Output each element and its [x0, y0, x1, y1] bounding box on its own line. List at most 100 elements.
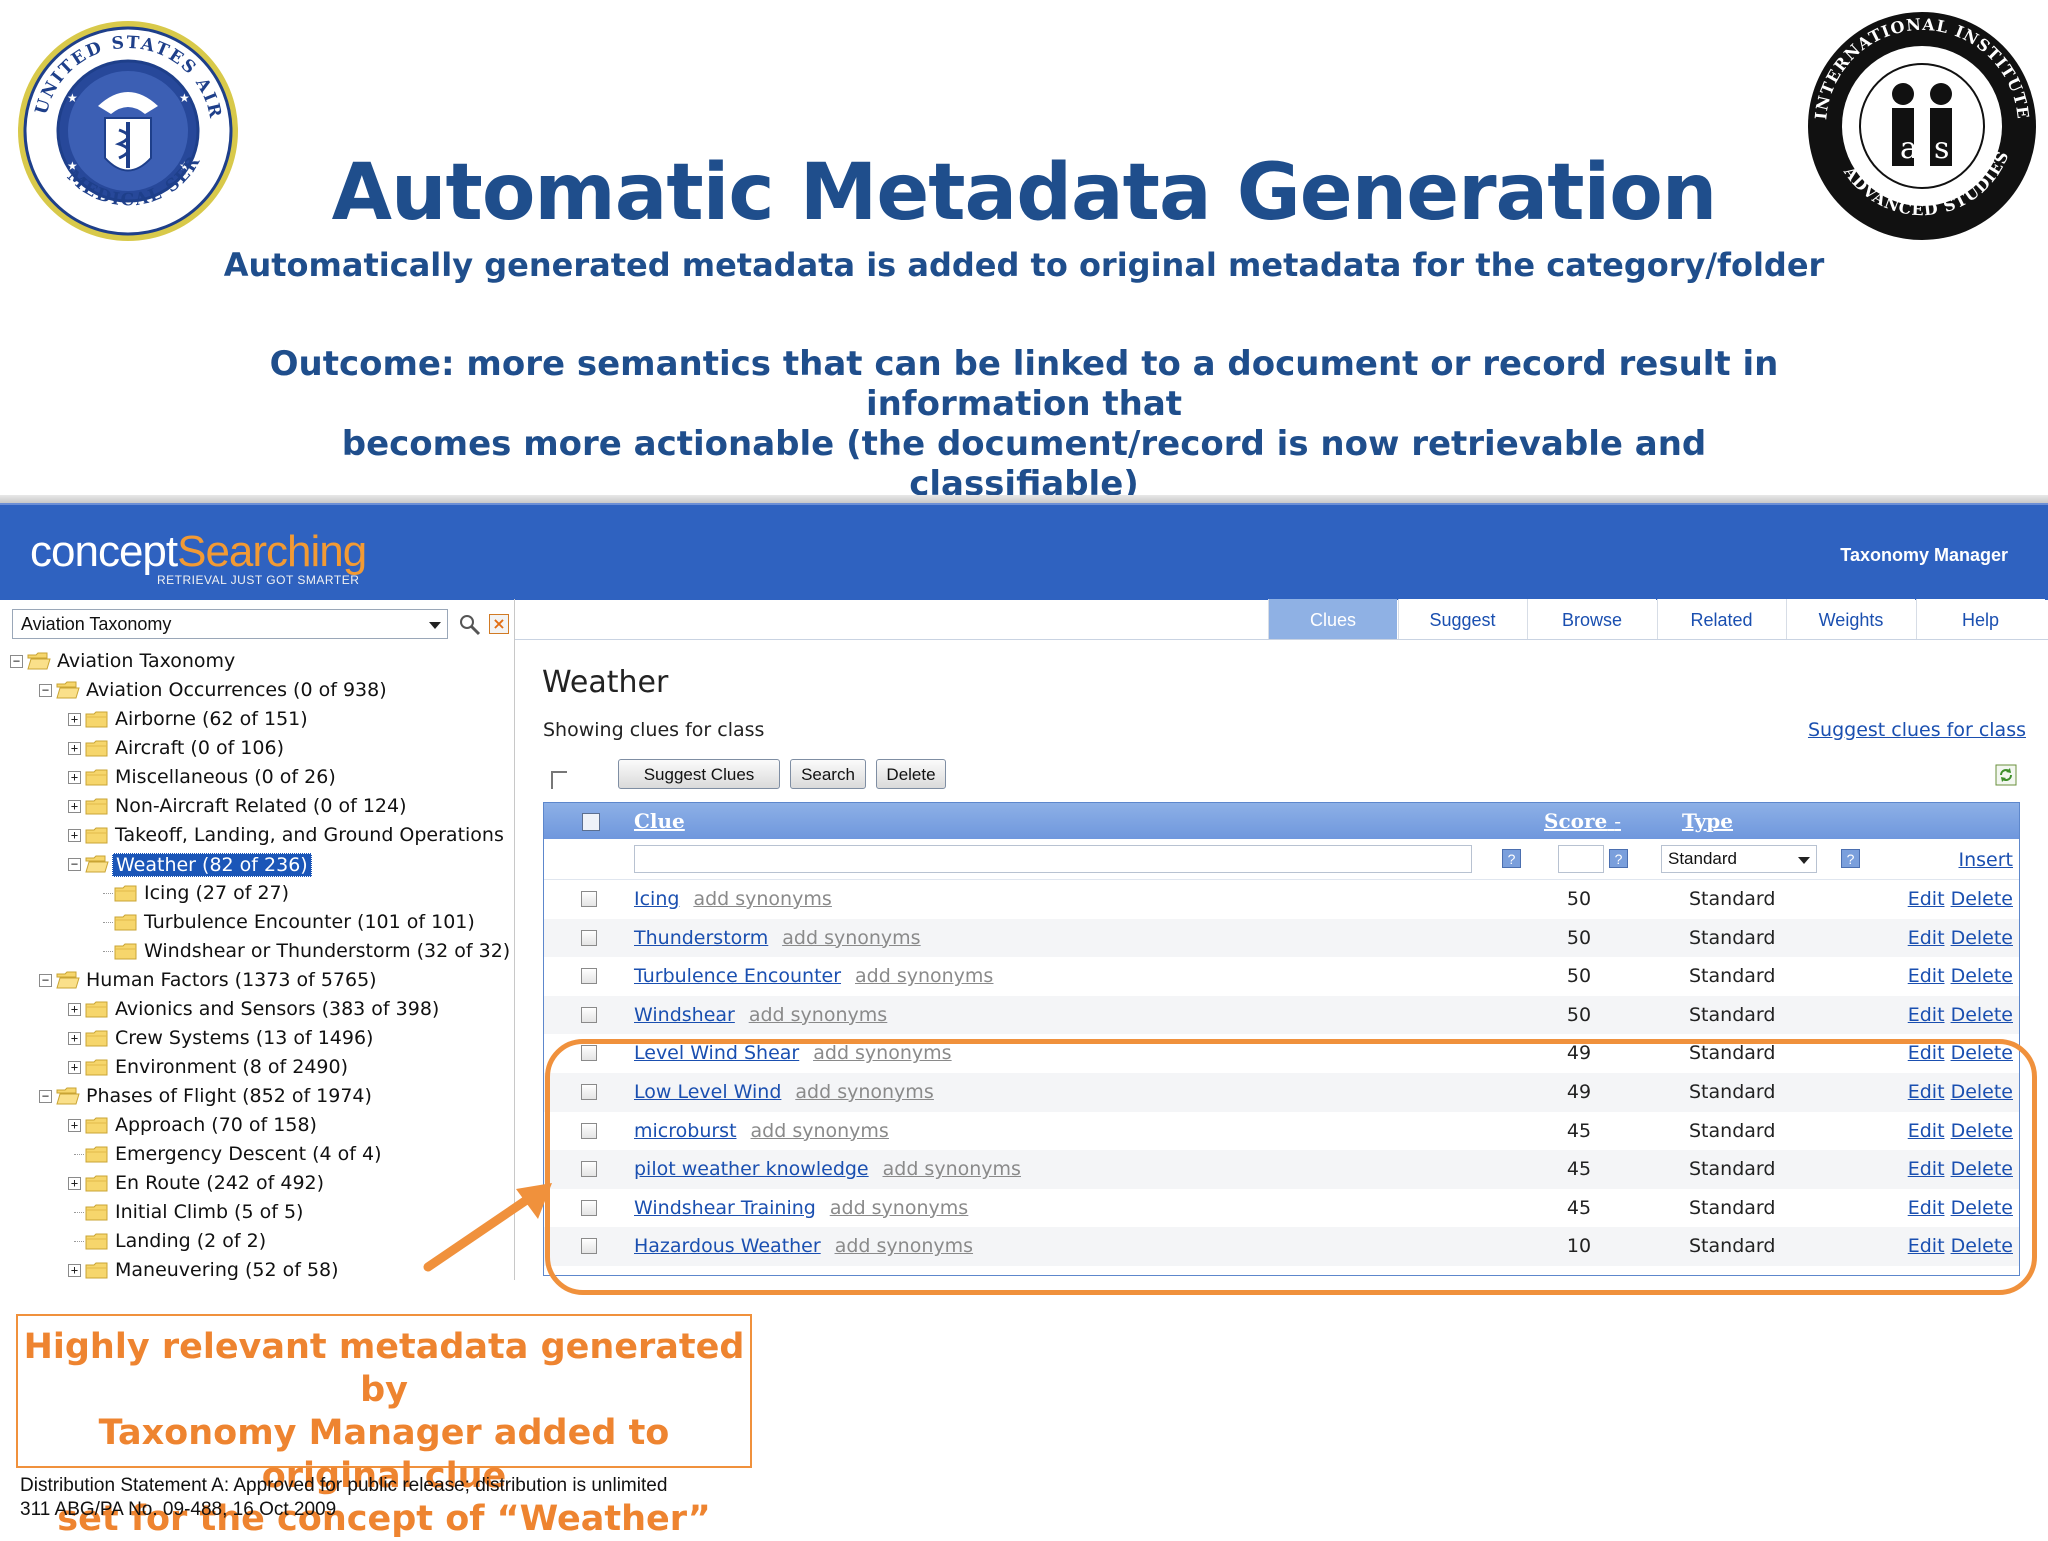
expand-icon[interactable]: + [68, 829, 81, 842]
score-cell: 50 [1566, 926, 1592, 949]
delete-link[interactable]: Delete [1951, 1004, 2013, 1026]
folder-icon [85, 1058, 109, 1077]
expand-icon[interactable]: + [68, 1061, 81, 1074]
collapse-icon[interactable]: − [10, 655, 23, 668]
folder-icon [85, 1203, 109, 1222]
delete-button[interactable]: Delete [876, 759, 946, 789]
table-row: Thunderstorm add synonyms 50 Standard Edit D… [544, 918, 2019, 958]
add-synonyms-link[interactable]: add synonyms [855, 965, 993, 987]
clear-search-icon[interactable]: × [489, 614, 509, 634]
new-type-select[interactable]: Standard [1661, 845, 1817, 873]
orange-arrow-icon [423, 1183, 552, 1272]
score-cell: 50 [1566, 965, 1592, 988]
clue-cell: Turbulence Encounter add synonyms [634, 965, 993, 987]
tab-related[interactable]: Related [1656, 599, 1786, 639]
clue-link[interactable]: Turbulence Encounter [634, 965, 841, 987]
new-score-input[interactable] [1558, 845, 1604, 873]
grid-header: Clue Score - Type [544, 803, 2019, 839]
delete-link[interactable]: Delete [1951, 888, 2013, 910]
select-arrow-icon [551, 771, 567, 789]
suggest-clues-button[interactable]: Suggest Clues [618, 759, 780, 789]
collapse-icon[interactable]: − [39, 684, 52, 697]
delete-link[interactable]: Delete [1951, 965, 2013, 987]
clue-help-icon[interactable]: ? [1502, 849, 1521, 868]
insert-link[interactable]: Insert [1959, 849, 2014, 871]
tree-node-label: Avionics and Sensors (383 of 398) [115, 998, 440, 1020]
showing-clues-label: Showing clues for class [543, 719, 765, 741]
tree-node-label: Airborne (62 of 151) [115, 708, 308, 730]
column-header-type[interactable]: Type [1682, 809, 1733, 833]
folder-open-icon [56, 971, 80, 990]
add-synonyms-link[interactable]: add synonyms [782, 927, 920, 949]
column-header-score[interactable]: Score - [1544, 809, 1621, 833]
expand-icon[interactable]: + [68, 1032, 81, 1045]
select-all-checkbox[interactable] [582, 813, 600, 831]
tree-node-label: Aviation Occurrences (0 of 938) [86, 679, 387, 701]
edit-link[interactable]: Edit [1908, 965, 1945, 987]
expand-icon[interactable]: + [68, 1003, 81, 1016]
tree-node-label: Non-Aircraft Related (0 of 124) [115, 795, 407, 817]
expand-icon[interactable]: + [68, 713, 81, 726]
add-synonyms-link[interactable]: add synonyms [749, 1004, 887, 1026]
table-row: Windshear add synonyms 50 Standard Edit Dele… [544, 995, 2019, 1035]
folder-open-icon [27, 652, 51, 671]
table-row: Icing add synonyms 50 Standard Edit Delete [544, 880, 2019, 919]
edit-link[interactable]: Edit [1908, 888, 1945, 910]
slide-outcome: Outcome: more semantics that can be link… [240, 344, 1808, 504]
clue-link[interactable]: Icing [634, 888, 679, 910]
chevron-down-icon [1798, 857, 1810, 864]
search-icon[interactable] [458, 613, 482, 637]
expand-icon[interactable]: + [68, 1264, 81, 1277]
type-cell: Standard [1689, 888, 1776, 910]
generated-clues-highlight [545, 1039, 2037, 1295]
tree-node-label: Miscellaneous (0 of 26) [115, 766, 336, 788]
tab-clues[interactable]: Clues [1268, 599, 1397, 639]
expand-icon[interactable]: + [68, 742, 81, 755]
type-help-icon[interactable]: ? [1841, 849, 1860, 868]
delete-link[interactable]: Delete [1951, 927, 2013, 949]
new-clue-input[interactable] [634, 845, 1472, 873]
folder-icon [85, 768, 109, 787]
tab-suggest[interactable]: Suggest [1397, 599, 1527, 639]
tree-node-label: Approach (70 of 158) [115, 1114, 317, 1136]
tab-browse[interactable]: Browse [1527, 599, 1656, 639]
suggest-clues-link[interactable]: Suggest clues for class [1808, 719, 2026, 741]
tree-node-label: Icing (27 of 27) [144, 882, 290, 904]
collapse-icon[interactable]: − [39, 1090, 52, 1103]
tree-node-label: Crew Systems (13 of 1496) [115, 1027, 374, 1049]
clue-link[interactable]: Windshear [634, 1004, 735, 1026]
row-checkbox[interactable] [581, 968, 597, 985]
expand-icon[interactable]: + [68, 1177, 81, 1190]
edit-link[interactable]: Edit [1908, 927, 1945, 949]
tab-weights[interactable]: Weights [1786, 599, 1915, 639]
refresh-icon[interactable] [1995, 764, 2017, 786]
clue-link[interactable]: Thunderstorm [634, 927, 768, 949]
folder-icon [114, 884, 138, 903]
footer-line-2: 311 ABG/PA No. 09-488, 16 Oct 2009 [20, 1499, 337, 1520]
collapse-icon[interactable]: − [39, 974, 52, 987]
row-checkbox[interactable] [581, 1006, 597, 1023]
tree-node-label: Human Factors (1373 of 5765) [86, 969, 377, 991]
folder-icon [85, 710, 109, 729]
expand-icon[interactable]: + [68, 1119, 81, 1132]
column-header-clue[interactable]: Clue [634, 809, 685, 833]
search-button[interactable]: Search [790, 759, 866, 789]
row-actions: Edit Delete [1908, 927, 2013, 949]
taxonomy-select[interactable]: Aviation Taxonomy [12, 609, 448, 639]
expand-icon[interactable]: + [68, 800, 81, 813]
score-cell: 50 [1566, 888, 1592, 910]
footer-line-1: Distribution Statement A: Approved for p… [20, 1475, 668, 1496]
score-help-icon[interactable]: ? [1609, 849, 1628, 868]
row-checkbox[interactable] [581, 929, 597, 946]
folder-open-icon [56, 681, 80, 700]
row-checkbox[interactable] [581, 891, 597, 907]
folder-icon [85, 1116, 109, 1135]
expand-icon[interactable]: + [68, 771, 81, 784]
edit-link[interactable]: Edit [1908, 1004, 1945, 1026]
tree-connector [103, 893, 113, 894]
sort-indicator-icon: - [1614, 809, 1621, 833]
add-synonyms-link[interactable]: add synonyms [693, 888, 831, 910]
tab-help[interactable]: Help [1915, 599, 2045, 639]
collapse-icon[interactable]: − [68, 858, 81, 871]
tree-connector [74, 1212, 84, 1213]
